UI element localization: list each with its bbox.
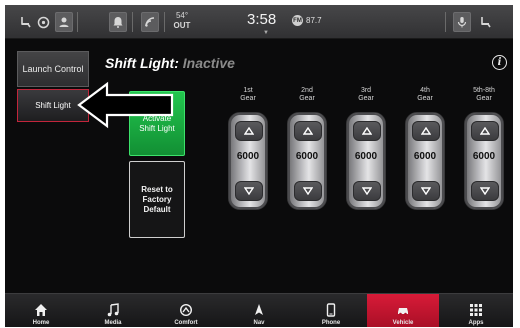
chevron-up-icon	[421, 127, 431, 135]
gear-sub: Gear	[240, 95, 256, 102]
gear-stepper-1st: 6000	[228, 112, 268, 210]
gear-stepper-4th: 6000	[405, 112, 445, 210]
rpm-value-5th-8th: 6000	[472, 151, 496, 162]
chevron-up-icon	[362, 127, 372, 135]
heated-wheel-icon[interactable]	[36, 12, 50, 32]
increase-button-3rd[interactable]	[353, 121, 381, 141]
rpm-value-4th: 6000	[413, 151, 437, 162]
gear-name: 2nd	[301, 87, 313, 94]
status-divider	[445, 12, 446, 32]
nav-label: Nav	[253, 320, 265, 326]
nav-home[interactable]: Home	[5, 294, 77, 327]
car-icon	[398, 308, 408, 316]
outside-temperature: 54° OUT	[173, 11, 191, 31]
gear-label-1st: 1st Gear	[228, 87, 268, 103]
temperature-label: OUT	[173, 21, 191, 30]
gear-name: 5th-8th	[473, 87, 495, 94]
nav-media[interactable]: Media	[77, 294, 149, 327]
gear-name: 1st	[243, 87, 253, 94]
nav-label: Vehicle	[392, 320, 414, 326]
gear-name: 4th	[420, 87, 430, 94]
chevron-down-icon	[362, 187, 372, 195]
gear-stepper-2nd: 6000	[287, 112, 327, 210]
nav-label: Apps	[468, 320, 484, 326]
page-title: Shift Light: Inactive	[105, 55, 235, 71]
status-divider	[77, 12, 78, 32]
nav-nav[interactable]: Nav	[223, 294, 295, 327]
callout-arrow-icon	[77, 81, 174, 129]
temperature-value: 54°	[175, 11, 189, 20]
rpm-value-2nd: 6000	[295, 151, 319, 162]
gear-stepper-3rd: 6000	[346, 112, 386, 210]
gear-label-2nd: 2nd Gear	[287, 87, 327, 103]
radio-station[interactable]: FM 87.7	[292, 15, 322, 26]
rpm-value-3rd: 6000	[354, 151, 378, 162]
shift-light-status: Inactive	[182, 55, 235, 71]
radio-frequency: 87.7	[306, 16, 322, 25]
gear-name: 3rd	[360, 87, 372, 94]
status-divider	[132, 12, 133, 32]
radio-badge: FM	[292, 15, 303, 26]
notification-bell-icon[interactable]	[109, 12, 127, 32]
chevron-down-icon	[421, 187, 431, 195]
nav-comfort[interactable]: Comfort	[149, 294, 223, 327]
page-title-label: Shift Light:	[105, 55, 179, 71]
seat-passenger-icon[interactable]	[477, 12, 493, 32]
gear-label-4th: 4th Gear	[405, 87, 445, 103]
apps-grid-icon	[470, 304, 482, 316]
decrease-button-2nd[interactable]	[294, 181, 322, 201]
uconnect-screen: 54° OUT 3:58 ▼ FM 87.7 Launch Control Sh…	[5, 5, 513, 327]
increase-button-4th[interactable]	[412, 121, 440, 141]
decrease-button-4th[interactable]	[412, 181, 440, 201]
nav-label: Home	[32, 320, 50, 326]
nav-phone[interactable]: Phone	[295, 294, 367, 327]
chevron-down-icon: ▼	[263, 30, 269, 36]
gear-label-3rd: 3rd Gear	[346, 87, 386, 103]
decrease-button-3rd[interactable]	[353, 181, 381, 201]
bottom-nav: Home Media Comfort Nav Phone Vehicle App…	[5, 293, 513, 327]
heated-seat-icon[interactable]	[19, 12, 33, 32]
gear-label-5th-8th: 5th-8th Gear	[464, 87, 504, 103]
increase-button-2nd[interactable]	[294, 121, 322, 141]
chevron-down-icon	[480, 187, 490, 195]
increase-button-5th-8th[interactable]	[471, 121, 499, 141]
nav-label: Phone	[321, 320, 341, 326]
chevron-down-icon	[244, 187, 254, 195]
nav-label: Media	[104, 320, 122, 326]
decrease-button-5th-8th[interactable]	[471, 181, 499, 201]
reset-to-factory-default-button[interactable]: Reset to Factory Default	[129, 161, 185, 238]
nav-vehicle[interactable]: Vehicle	[367, 294, 439, 327]
phone-icon	[326, 303, 336, 317]
clock[interactable]: 3:58	[247, 11, 276, 28]
comfort-icon	[179, 303, 193, 317]
info-icon[interactable]: i	[492, 55, 507, 70]
gear-sub: Gear	[358, 95, 374, 102]
signal-icon	[141, 12, 159, 32]
nav-apps[interactable]: Apps	[439, 294, 513, 327]
gear-stepper-5th-8th: 6000	[464, 112, 504, 210]
chevron-down-icon	[303, 187, 313, 195]
chevron-up-icon	[480, 127, 490, 135]
navigation-arrow-icon	[255, 304, 263, 315]
status-bar: 54° OUT 3:58 ▼ FM 87.7	[5, 5, 513, 39]
gear-sub: Gear	[417, 95, 433, 102]
music-note-icon	[107, 303, 119, 317]
gear-sub: Gear	[299, 95, 315, 102]
microphone-icon[interactable]	[453, 12, 471, 32]
increase-button-1st[interactable]	[235, 121, 263, 141]
chevron-up-icon	[244, 127, 254, 135]
status-divider	[164, 12, 165, 32]
chevron-up-icon	[303, 127, 313, 135]
nav-label: Comfort	[174, 320, 198, 326]
home-icon	[35, 304, 47, 316]
user-profile-icon[interactable]	[55, 12, 73, 32]
decrease-button-1st[interactable]	[235, 181, 263, 201]
rpm-value-1st: 6000	[236, 151, 260, 162]
gear-sub: Gear	[476, 95, 492, 102]
